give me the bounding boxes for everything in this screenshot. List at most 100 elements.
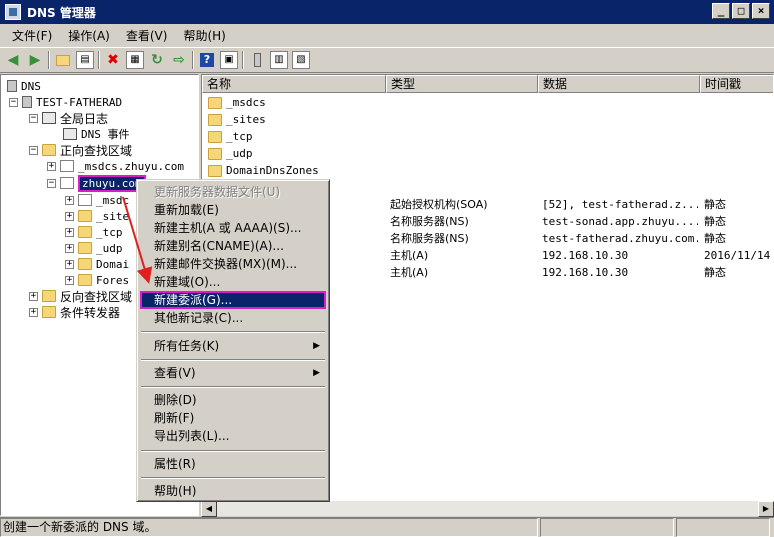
close-button[interactable]: × — [752, 3, 770, 19]
scroll-right-icon[interactable]: ▶ — [758, 501, 774, 517]
menu-item-other-records[interactable]: 其他新记录(C)... — [140, 309, 326, 327]
cell-data: [52], test-fatherad.z... — [542, 198, 698, 211]
menu-file[interactable]: 文件(F) — [4, 27, 60, 44]
collapse-icon[interactable]: − — [9, 97, 18, 107]
expand-icon[interactable]: + — [65, 211, 74, 221]
menu-item-delete[interactable]: 删除(D) — [140, 391, 326, 409]
expand-icon[interactable]: + — [65, 259, 74, 269]
collapse-icon[interactable]: − — [47, 178, 56, 188]
tree-node-forward-zones[interactable]: − 正向查找区域 — [29, 142, 132, 158]
context-menu: 更新服务器数据文件(U) 重新加载(E) 新建主机(A 或 AAAA)(S)..… — [136, 179, 330, 502]
cell-type: 名称服务器(NS) — [390, 232, 469, 245]
server-icon[interactable] — [248, 51, 266, 69]
menu-item-properties[interactable]: 属性(R) — [140, 455, 326, 473]
submenu-arrow-icon: ▶ — [313, 368, 320, 378]
cell-type: 主机(A) — [390, 249, 429, 262]
tree-node-zhuyu-zone[interactable]: − zhuyu.com — [47, 174, 146, 192]
expand-icon[interactable]: + — [47, 161, 56, 171]
expand-icon[interactable]: + — [29, 307, 38, 317]
maximize-button[interactable]: □ — [732, 3, 750, 19]
menu-item-new-delegation[interactable]: 新建委派(G)... — [140, 291, 326, 309]
folder-icon — [208, 165, 222, 177]
tree-node-dns-events[interactable]: DNS 事件 — [63, 126, 130, 142]
show-tree-icon[interactable]: ▤ — [76, 51, 94, 69]
tree-node-child[interactable]: + Domai — [65, 256, 129, 272]
menu-item-new-domain[interactable]: 新建域(O)... — [140, 273, 326, 291]
menu-item-reload[interactable]: 重新加载(E) — [140, 201, 326, 219]
log-icon — [42, 112, 56, 124]
menu-item-refresh[interactable]: 刷新(F) — [140, 409, 326, 427]
tree-node-server[interactable]: − TEST-FATHERAD — [9, 94, 122, 110]
back-arrow-icon[interactable]: ◀ — [4, 51, 22, 69]
folder-icon — [208, 97, 222, 109]
menu-item-export-list[interactable]: 导出列表(L)... — [140, 427, 326, 445]
tree-node-msdcs-zone[interactable]: + _msdcs.zhuyu.com — [47, 158, 184, 174]
menu-item-all-tasks[interactable]: 所有任务(K) ▶ — [140, 337, 326, 355]
tree-node-child[interactable]: + _site — [65, 208, 129, 224]
tree-node-child[interactable]: + _tcp — [65, 224, 123, 240]
menu-item-new-host[interactable]: 新建主机(A 或 AAAA)(S)... — [140, 219, 326, 237]
cell-name: _sites — [226, 113, 266, 126]
toolbar: ◀ ▶ ▤ ✖ ▦ ↻ ⇨ ? ▣ ▥ ▧ — [0, 47, 774, 73]
folder-icon — [78, 258, 92, 270]
expand-icon[interactable]: + — [65, 275, 74, 285]
menu-bar: 文件(F) 操作(A) 查看(V) 帮助(H) — [0, 24, 774, 46]
table-row[interactable]: _tcp — [202, 128, 773, 145]
column-header-data[interactable]: 数据 — [538, 75, 700, 93]
menu-separator — [141, 450, 325, 452]
expand-icon[interactable]: + — [65, 195, 74, 205]
folder-icon — [42, 144, 56, 156]
menu-item-new-alias[interactable]: 新建别名(CNAME)(A)... — [140, 237, 326, 255]
tree-node-global-logs[interactable]: − 全局日志 — [29, 110, 108, 126]
zone-icon — [78, 194, 92, 206]
cell-timestamp: 静态 — [704, 232, 726, 245]
menu-item-help[interactable]: 帮助(H) — [140, 482, 326, 500]
column-header-type[interactable]: 类型 — [386, 75, 538, 93]
up-folder-icon[interactable] — [54, 51, 72, 69]
expand-icon[interactable]: + — [65, 243, 74, 253]
menu-action[interactable]: 操作(A) — [60, 27, 118, 44]
expand-icon[interactable]: + — [65, 227, 74, 237]
zone-icon[interactable]: ▥ — [270, 51, 288, 69]
tree-node-conditional-forwarders[interactable]: + 条件转发器 — [29, 304, 120, 320]
column-header-name[interactable]: 名称 — [202, 75, 386, 93]
table-row[interactable]: _udp — [202, 145, 773, 162]
collapse-icon[interactable]: − — [29, 145, 38, 155]
minimize-button[interactable]: _ — [712, 3, 730, 19]
tree-node-child[interactable]: + Fores — [65, 272, 129, 288]
record-icon[interactable]: ▧ — [292, 51, 310, 69]
tree-node-dns[interactable]: DNS — [7, 78, 41, 94]
forward-arrow-icon[interactable]: ▶ — [26, 51, 44, 69]
column-header-timestamp[interactable]: 时间戳 — [700, 75, 773, 93]
horizontal-scrollbar[interactable]: ◀ ▶ — [201, 500, 774, 517]
folder-icon — [78, 274, 92, 286]
delete-icon[interactable]: ✖ — [104, 51, 122, 69]
tree-node-child[interactable]: + _msdc — [65, 192, 129, 208]
collapse-icon[interactable]: − — [29, 113, 38, 123]
export-icon[interactable]: ⇨ — [170, 51, 188, 69]
expand-icon[interactable]: + — [29, 291, 38, 301]
table-row[interactable]: _msdcs — [202, 94, 773, 111]
title-bar: DNS 管理器 _ □ × — [0, 0, 774, 24]
menu-item-update-server-data: 更新服务器数据文件(U) — [154, 185, 281, 199]
submenu-arrow-icon: ▶ — [313, 341, 320, 351]
table-row[interactable]: _sites — [202, 111, 773, 128]
menu-view[interactable]: 查看(V) — [118, 27, 176, 44]
properties-icon[interactable]: ▦ — [126, 51, 144, 69]
menu-item-view[interactable]: 查看(V) ▶ — [140, 364, 326, 382]
cell-timestamp: 2016/11/14 — [704, 249, 771, 262]
scroll-left-icon[interactable]: ◀ — [201, 501, 217, 517]
tree-node-reverse-zones[interactable]: + 反向查找区域 — [29, 288, 132, 304]
tree-node-child[interactable]: + _udp — [65, 240, 123, 256]
menu-help[interactable]: 帮助(H) — [175, 27, 233, 44]
folder-icon — [78, 242, 92, 254]
cell-name: _udp — [226, 147, 253, 160]
menu-item-new-mx[interactable]: 新建邮件交换器(MX)(M)... — [140, 255, 326, 273]
menu-item-label: 所有任务(K) — [154, 339, 220, 353]
console-icon[interactable]: ▣ — [220, 51, 238, 69]
table-row[interactable]: DomainDnsZones — [202, 162, 773, 179]
refresh-icon[interactable]: ↻ — [148, 51, 166, 69]
help-icon[interactable]: ? — [198, 51, 216, 69]
status-text: 创建一个新委派的 DNS 域。 — [0, 518, 538, 537]
cell-data: 192.168.10.30 — [542, 249, 629, 262]
